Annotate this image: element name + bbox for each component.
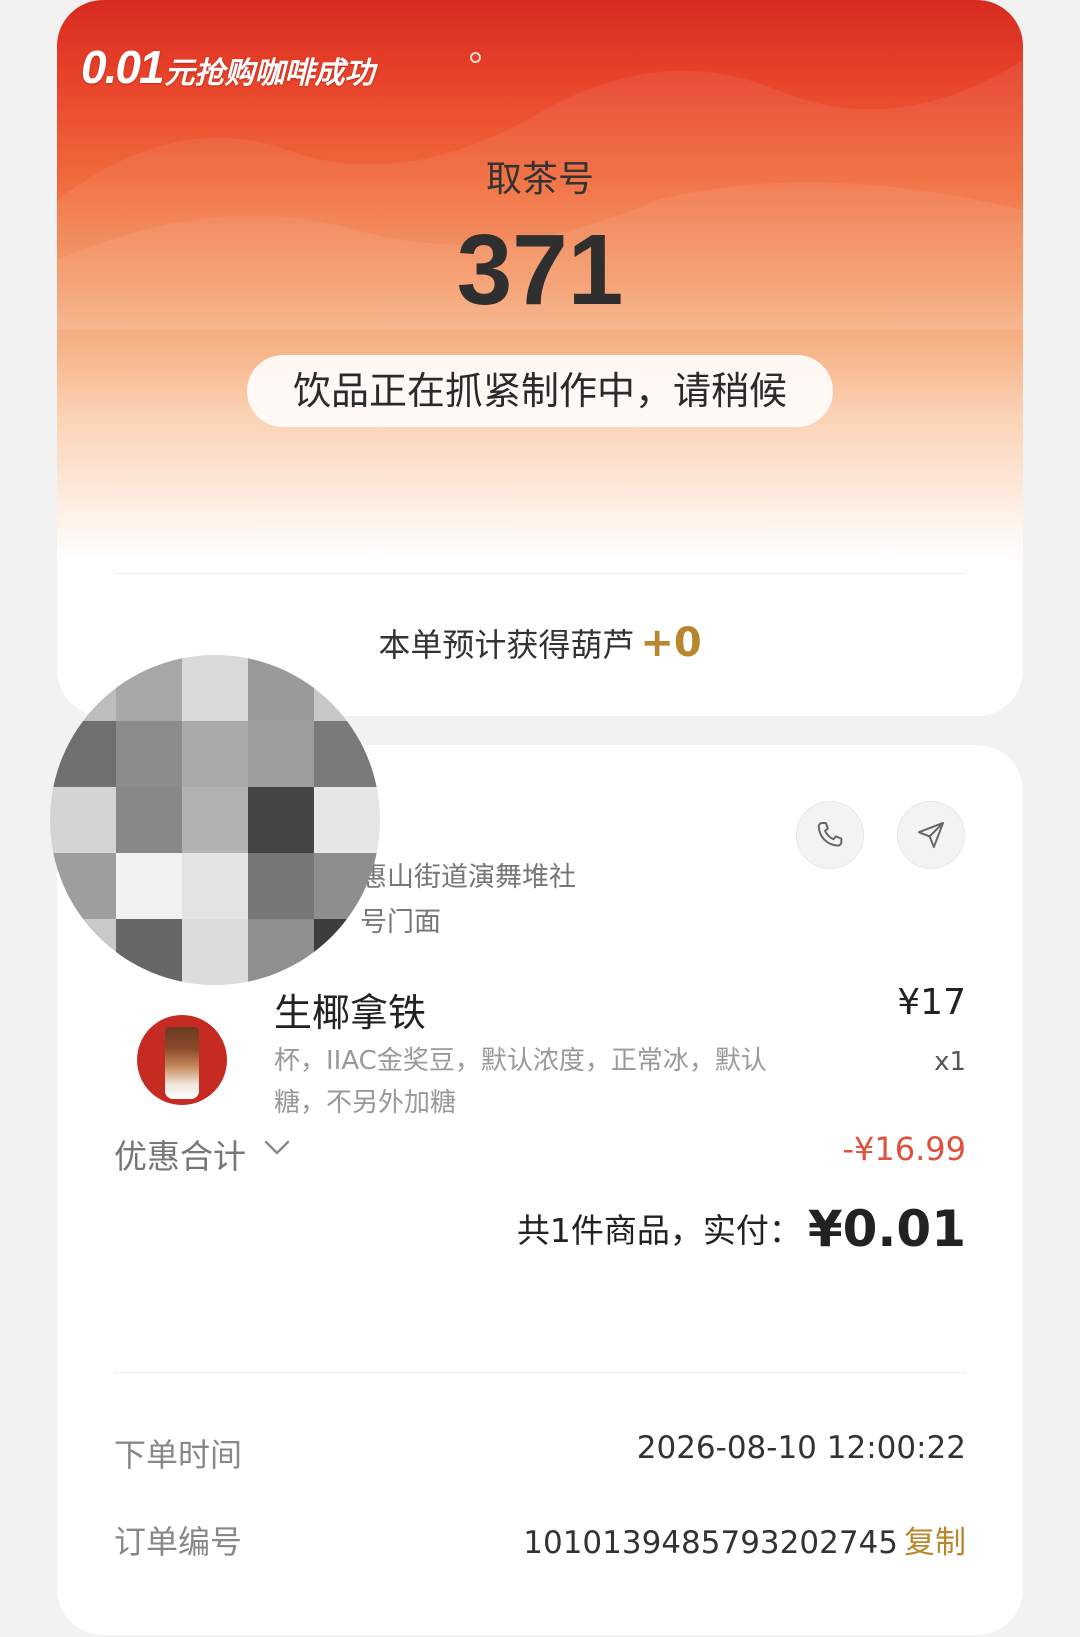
phone-icon	[817, 821, 843, 847]
total-amount: ¥0.01	[807, 1200, 966, 1258]
discount-toggle[interactable]: 优惠合计	[114, 1130, 246, 1178]
mosaic-tile	[116, 853, 182, 919]
chevron-down-icon[interactable]	[262, 1137, 292, 1159]
copy-button[interactable]: 复制	[904, 1525, 966, 1561]
pickup-label: 取茶号	[485, 159, 594, 200]
mosaic-tile	[50, 721, 116, 787]
mosaic-tile	[182, 721, 248, 787]
mosaic-tile	[182, 853, 248, 919]
status-message: 饮品正在抓紧制作中，请稍候	[247, 355, 833, 427]
order-status-card: 0.01元抢购咖啡成功 取茶号 371 饮品正在抓紧制作中，请稍候 本单预计获得…	[57, 0, 1023, 716]
promo-amount: 0.01	[81, 41, 165, 93]
product-name: 生椰拿铁	[274, 991, 427, 1035]
mosaic-tile	[182, 655, 248, 721]
mosaic-tile	[248, 853, 314, 919]
order-number-value: 1010139485793202745	[523, 1525, 898, 1561]
mosaic-tile	[314, 787, 380, 853]
points-text: 本单预计获得葫芦	[378, 626, 635, 664]
product-options: 杯，IIAC金奖豆，默认浓度，正常冰，默认糖，不另外加糖	[274, 1046, 767, 1118]
navigate-button[interactable]	[897, 801, 965, 869]
product-price: ¥17	[897, 982, 966, 1023]
total-prefix: 共1件商品，实付：	[516, 1211, 802, 1250]
order-time-value: 2026-08-10 12:00:22	[636, 1430, 966, 1466]
product-quantity: x1	[934, 1047, 966, 1077]
mosaic-tile	[116, 721, 182, 787]
mosaic-tile	[182, 919, 248, 985]
divider	[114, 1372, 966, 1373]
mosaic-tile	[116, 787, 182, 853]
total-line: 共1件商品，实付： ¥0.01	[517, 1200, 966, 1258]
coffee-cup-icon	[165, 1027, 199, 1099]
order-time-label: 下单时间	[114, 1436, 243, 1474]
store-avatar-pixelated	[50, 655, 380, 985]
store-address-line1: 惠山街道演舞堆社	[360, 862, 576, 893]
mosaic-tile	[182, 787, 248, 853]
promo-dot	[470, 52, 481, 63]
product-image	[137, 1015, 227, 1105]
mosaic-tile	[50, 787, 116, 853]
order-number-line: 1010139485793202745 复制	[523, 1517, 966, 1562]
promo-text: 元抢购咖啡成功	[164, 57, 375, 90]
call-store-button[interactable]	[796, 801, 864, 869]
store-address-line2: 号门面	[360, 907, 441, 938]
divider	[114, 573, 966, 574]
pickup-number: 371	[456, 214, 624, 326]
order-number-label: 订单编号	[114, 1523, 243, 1561]
discount-value: -¥16.99	[842, 1130, 966, 1168]
promo-title: 0.01元抢购咖啡成功	[81, 40, 375, 94]
mosaic-tile	[248, 787, 314, 853]
navigate-icon	[917, 821, 945, 849]
mosaic-tile	[248, 721, 314, 787]
points-value: +0	[640, 620, 702, 666]
